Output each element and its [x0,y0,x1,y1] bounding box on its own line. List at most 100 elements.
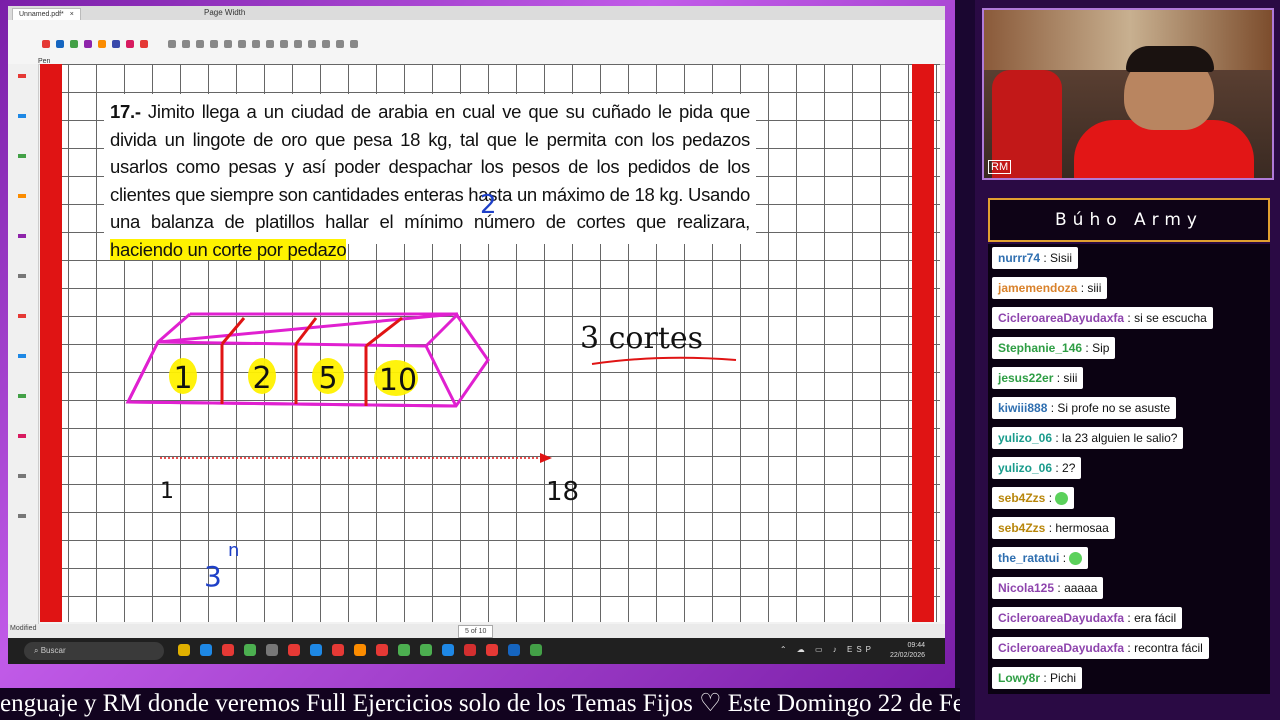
toolbar-icon[interactable] [308,40,316,48]
chat-separator: : [1040,251,1051,265]
chat-username[interactable]: the_ratatui [998,551,1059,565]
segment-label: 5 [318,361,337,396]
sidebar-tool-icon[interactable] [18,114,26,118]
chat-separator: : [1059,551,1070,565]
chat-username[interactable]: jamemendoza [998,281,1077,295]
annotation-tool-icon[interactable] [56,40,64,48]
chat-message: Nicola125 : aaaaa [992,577,1104,599]
toolbar-icon[interactable] [168,40,176,48]
chat-username[interactable]: kiwiii888 [998,401,1047,415]
taskbar-app-icon[interactable] [398,644,410,656]
annotation-tool-icon[interactable] [112,40,120,48]
chat-separator: : [1054,581,1065,595]
chat-message: seb4Zzs : hermosaa [992,517,1115,539]
taskbar-app-icon[interactable] [310,644,322,656]
chat-username[interactable]: yulizo_06 [998,461,1052,475]
sidebar-tool-icon[interactable] [18,314,26,318]
chat-username[interactable]: nurrr74 [998,251,1040,265]
taskbar-search[interactable]: ⌕ Buscar [24,642,164,660]
sidebar-tool-icon[interactable] [18,394,26,398]
taskbar-app-icon[interactable] [288,644,300,656]
taskbar-app-icon[interactable] [222,644,234,656]
chat-username[interactable]: jesus22er [998,371,1053,385]
taskbar-app-icon[interactable] [376,644,388,656]
taskbar-app-icon[interactable] [486,644,498,656]
clock[interactable]: 09:44 22/02/2026 [890,641,925,661]
taskbar-app-icon[interactable] [354,644,366,656]
chat-username[interactable]: CicleroareaDayudaxfa [998,641,1124,655]
taskbar-app-icon[interactable] [178,644,190,656]
annotation-tool-icon[interactable] [98,40,106,48]
taskbar-app-icon[interactable] [464,644,476,656]
chat-message: kiwiii888 : Si profe no se asuste [992,397,1177,419]
toolbar-icon[interactable] [252,40,260,48]
chat-username[interactable]: CicleroareaDayudaxfa [998,311,1124,325]
annotation-tool-icon[interactable] [70,40,78,48]
chat-username[interactable]: seb4Zzs [998,491,1045,505]
sidebar-tool-icon[interactable] [18,514,26,518]
chat-username[interactable]: Stephanie_146 [998,341,1082,355]
chat-separator: : [1045,521,1056,535]
toolbar-icon[interactable] [210,40,218,48]
chat-separator: : [1053,371,1064,385]
toolbar-icon[interactable] [196,40,204,48]
chat-text: aaaaa [1064,581,1098,595]
annotation-tool-icon[interactable] [84,40,92,48]
chat-separator: : [1077,281,1088,295]
windows-taskbar: ⌕ Buscar ⌃ ☁ ▭ ♪ ESP 09:44 22/02/2026 [8,638,945,664]
system-tray[interactable]: ⌃ ☁ ▭ ♪ ESP [780,645,875,654]
taskbar-app-icon[interactable] [266,644,278,656]
chat-separator: : [1047,401,1058,415]
emote-icon [1055,492,1069,506]
power-exponent: n [228,540,239,561]
chat-message: jamemendoza : siii [992,277,1108,299]
chat-message: Stephanie_146 : Sip [992,337,1116,359]
toolbar-icon[interactable] [294,40,302,48]
chat-text: siii [1063,371,1078,385]
taskbar-app-icon[interactable] [244,644,256,656]
chat-text: Si profe no se asuste [1057,401,1171,415]
sidebar-tool-icon[interactable] [18,274,26,278]
toolbar-icon[interactable] [322,40,330,48]
sidebar-tool-icon[interactable] [18,234,26,238]
left-tool-sidebar [8,64,39,624]
taskbar-app-icon[interactable] [420,644,432,656]
toolbar-icon[interactable] [224,40,232,48]
close-tab-icon[interactable]: × [70,11,74,18]
chat-text: si se escucha [1134,311,1207,325]
chat-username[interactable]: yulizo_06 [998,431,1052,445]
search-placeholder: Buscar [40,646,66,655]
sidebar-tool-icon[interactable] [18,474,26,478]
toolbar-icon[interactable] [182,40,190,48]
sidebar-tool-icon[interactable] [18,154,26,158]
zoom-mode[interactable]: Page Width [204,8,245,17]
toolbar-icon[interactable] [350,40,358,48]
chat-separator: : [1124,311,1135,325]
sidebar-tool-icon[interactable] [18,74,26,78]
toolbar-icon[interactable] [336,40,344,48]
clock-time: 09:44 [907,642,925,649]
chat-username[interactable]: Nicola125 [998,581,1054,595]
toolbar-icon[interactable] [238,40,246,48]
taskbar-app-icon[interactable] [530,644,542,656]
taskbar-app-icon[interactable] [508,644,520,656]
chat-username[interactable]: seb4Zzs [998,521,1045,535]
cortes-note: 3 cortes [580,321,703,356]
sidebar-tool-icon[interactable] [18,194,26,198]
pdf-page[interactable]: 17.- Jimito llega a un ciudad de arabia … [40,64,940,622]
annotation-tool-icon[interactable] [42,40,50,48]
sidebar-tool-icon[interactable] [18,434,26,438]
chat-message: CicleroareaDayudaxfa : si se escucha [992,307,1213,329]
taskbar-app-icon[interactable] [200,644,212,656]
pdf-viewer-window: Unnamed.pdf* × Page Width Pen 17.- Jimito… [8,6,945,664]
taskbar-app-icon[interactable] [332,644,344,656]
toolbar-icon[interactable] [266,40,274,48]
toolbar-icon[interactable] [280,40,288,48]
annotation-tool-icon[interactable] [140,40,148,48]
chat-username[interactable]: CicleroareaDayudaxfa [998,611,1124,625]
chat-username[interactable]: Lowy8r [998,671,1040,685]
sidebar-tool-icon[interactable] [18,354,26,358]
taskbar-app-icon[interactable] [442,644,454,656]
page-indicator[interactable]: 5 of 10 [458,625,494,638]
annotation-tool-icon[interactable] [126,40,134,48]
